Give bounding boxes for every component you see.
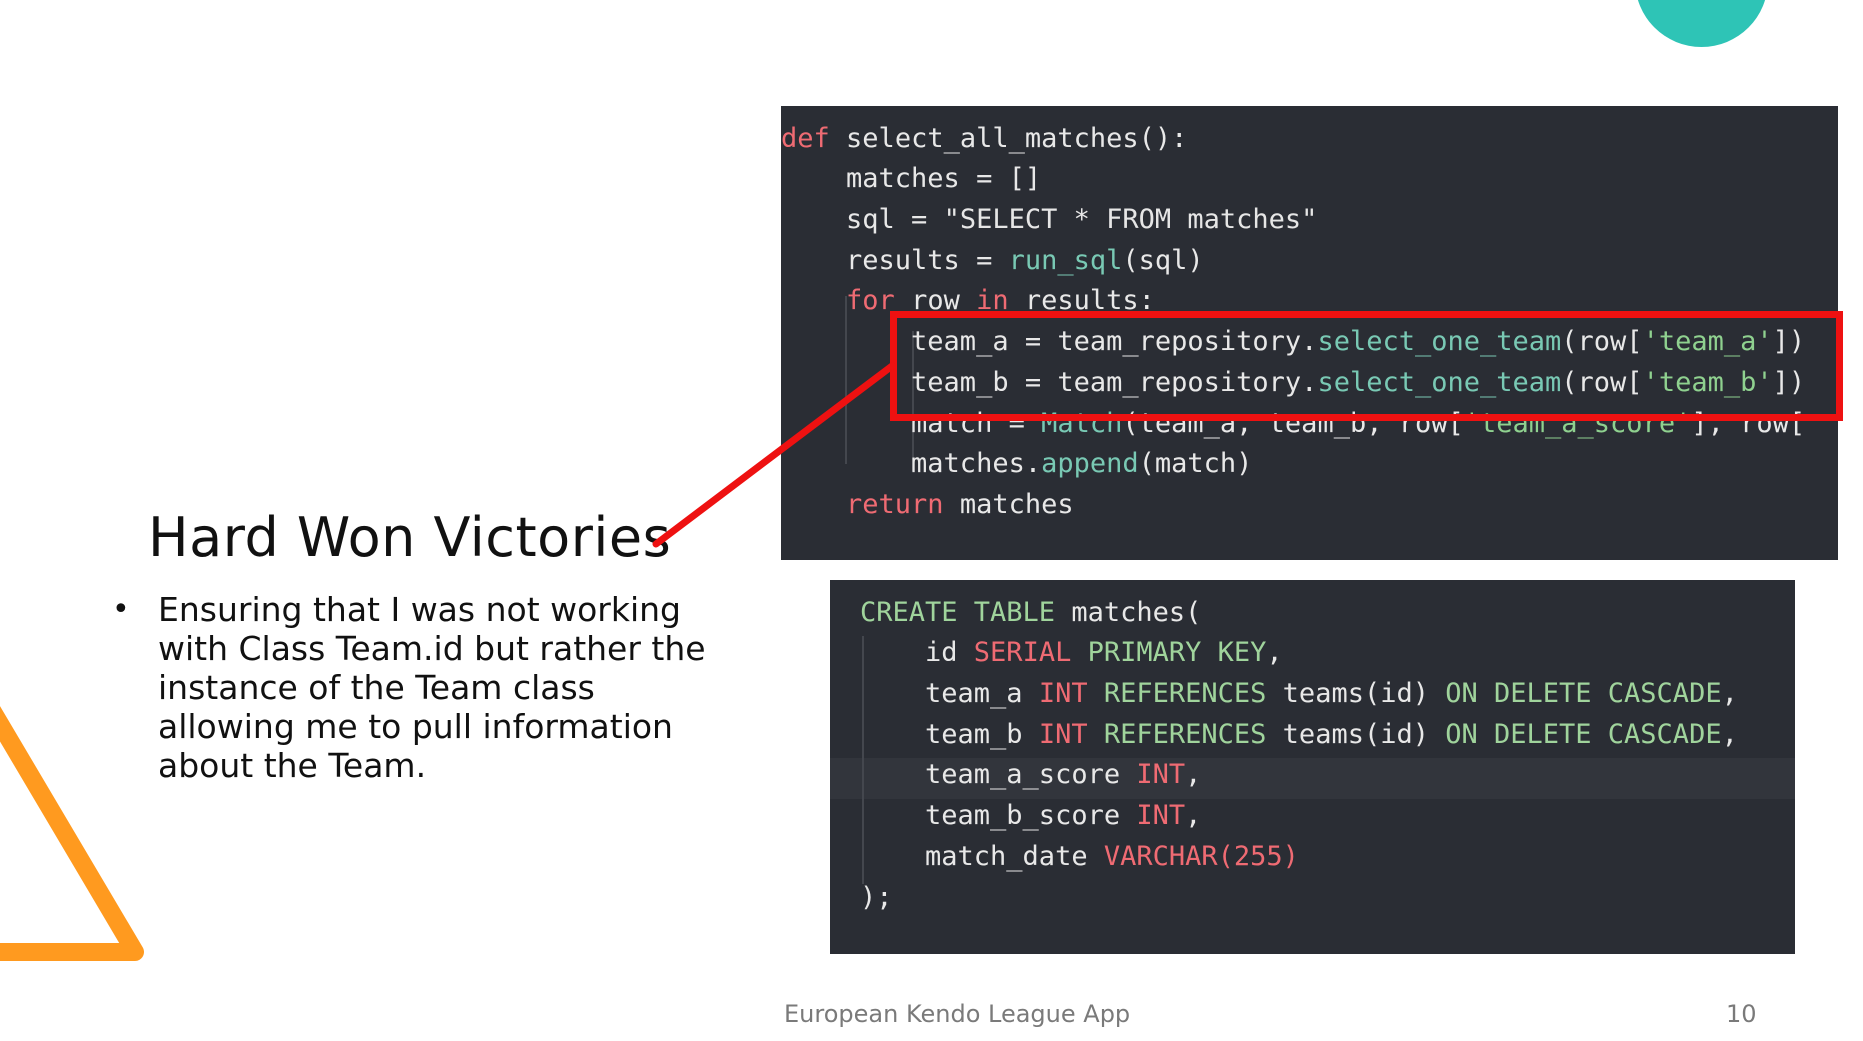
slide-title: Hard Won Victories: [148, 506, 672, 569]
code-highlight-box: [890, 311, 1843, 421]
code-line: id SERIAL PRIMARY KEY,: [860, 637, 1283, 668]
bullet-item-text: Ensuring that I was not working with Cla…: [158, 590, 706, 785]
code-line: CREATE TABLE matches(: [860, 597, 1202, 628]
code-line: team_b_score INT,: [860, 800, 1202, 831]
code-line: matches = []: [781, 163, 1042, 194]
code-line: );: [860, 882, 893, 913]
code-block-sql: CREATE TABLE matches( id SERIAL PRIMARY …: [830, 580, 1795, 954]
code-line: sql = "SELECT * FROM matches": [781, 204, 1318, 235]
footer-title: European Kendo League App: [784, 1000, 1131, 1028]
bullet-marker: •: [112, 592, 130, 627]
page-number: 10: [1726, 1000, 1757, 1028]
code-line: team_a INT REFERENCES teams(id) ON DELET…: [860, 678, 1738, 709]
code-line: team_b INT REFERENCES teams(id) ON DELET…: [860, 719, 1738, 750]
code-line: matches.append(match): [781, 448, 1253, 479]
code-line: def select_all_matches():: [781, 123, 1188, 154]
decorative-orange-triangle: [0, 706, 144, 961]
decorative-teal-circle: [1635, 0, 1768, 47]
code-line: team_a_score INT,: [860, 759, 1202, 790]
code-line: return matches: [846, 489, 1074, 520]
code-line: results = run_sql(sql): [781, 245, 1204, 276]
code-line: match_date VARCHAR(255): [860, 841, 1299, 872]
